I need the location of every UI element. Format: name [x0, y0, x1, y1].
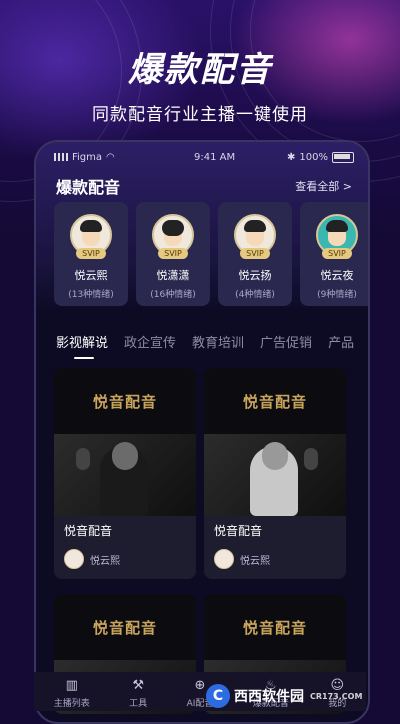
voice-card[interactable]: SVIP 悦潇潇 (16种情绪) [136, 202, 210, 306]
author-name: 悦云熙 [90, 555, 120, 567]
tab-film-commentary[interactable]: 影视解说 [56, 332, 108, 359]
carrier-label: Figma [72, 151, 103, 163]
voice-emotions: (16种情绪) [150, 290, 196, 300]
svip-badge: SVIP [322, 248, 352, 259]
tool-icon: ⚒ [132, 678, 144, 693]
microphone-icon [304, 448, 318, 470]
watermark-site: CR173.COM [310, 691, 363, 701]
bluetooth-icon: ✱ [287, 151, 296, 163]
chart-icon: ▥ [65, 678, 78, 693]
plus-icon: ⊕ [194, 678, 206, 693]
voice-emotions: (9种情绪) [317, 290, 357, 300]
voice-card[interactable]: SVIP 悦云夜 (9种情绪) [300, 202, 368, 306]
work-author: 悦云熙 [54, 539, 196, 579]
status-bar: Figma ◠ 9:41 AM ✱ 100% [54, 150, 354, 164]
hero-subline: 同款配音行业主播一键使用 [92, 105, 308, 125]
voice-card[interactable]: SVIP 悦云扬 (4种情绪) [218, 202, 292, 306]
nav-label: 主播列表 [53, 699, 90, 709]
wifi-icon: ◠ [106, 151, 115, 163]
svip-badge: SVIP [76, 248, 106, 259]
tab-government-promo[interactable]: 政企宣传 [124, 332, 176, 351]
view-all-link[interactable]: 查看全部 > [295, 178, 352, 194]
voice-name: 悦潇潇 [156, 269, 190, 282]
site-watermark: C 西西软件园 CR173.COM [206, 682, 396, 710]
section-title: 爆款配音 [56, 178, 121, 197]
voice-name: 悦云扬 [238, 269, 272, 282]
status-time: 9:41 AM [194, 151, 236, 163]
category-tabs: 影视解说 政企宣传 教育培训 广告促销 产品 [56, 332, 354, 359]
signal-icon [54, 153, 68, 161]
work-card[interactable]: 悦音配音 悦音配音 悦云熙 [204, 368, 346, 579]
work-banner: 悦音配音 [204, 368, 346, 434]
svip-badge: SVIP [240, 248, 270, 259]
voice-emotions: (13种情绪) [68, 290, 114, 300]
voice-name: 悦云夜 [320, 269, 354, 282]
nav-streamer-list[interactable]: ▥ 主播列表 [54, 678, 90, 709]
nav-tools[interactable]: ⚒ 工具 [129, 678, 147, 709]
voice-name: 悦云熙 [74, 269, 108, 282]
work-title: 悦音配音 [64, 524, 113, 538]
microphone-icon [76, 448, 90, 470]
work-author: 悦云熙 [204, 539, 346, 579]
voice-card-list: SVIP 悦云熙 (13种情绪) SVIP 悦潇潇 (16种情绪) SVIP 悦… [54, 202, 368, 306]
work-banner: 悦音配音 [54, 594, 196, 660]
work-photo [54, 434, 196, 516]
voice-emotions: (4种情绪) [235, 290, 275, 300]
watermark-brand: 西西软件园 [234, 689, 304, 705]
work-banner: 悦音配音 [54, 368, 196, 434]
tab-product[interactable]: 产品 [328, 332, 354, 351]
phone-mockup: Figma ◠ 9:41 AM ✱ 100% 爆款配音 查看全部 > SVIP … [34, 140, 370, 724]
work-card[interactable]: 悦音配音 悦音配音 悦云熙 [54, 368, 196, 579]
tab-education[interactable]: 教育培训 [192, 332, 244, 351]
voice-card[interactable]: SVIP 悦云熙 (13种情绪) [54, 202, 128, 306]
nav-label: 工具 [129, 699, 148, 709]
hero-headline: 爆款配音 [128, 50, 272, 90]
tab-advertising[interactable]: 广告促销 [260, 332, 312, 351]
avatar [64, 549, 84, 569]
work-photo [204, 434, 346, 516]
svip-badge: SVIP [158, 248, 188, 259]
avatar [214, 549, 234, 569]
battery-icon [332, 151, 354, 163]
watermark-logo-icon: C [206, 684, 230, 708]
work-title: 悦音配音 [214, 524, 263, 538]
battery-percent: 100% [299, 151, 328, 163]
author-name: 悦云熙 [240, 555, 270, 567]
work-banner: 悦音配音 [204, 594, 346, 660]
